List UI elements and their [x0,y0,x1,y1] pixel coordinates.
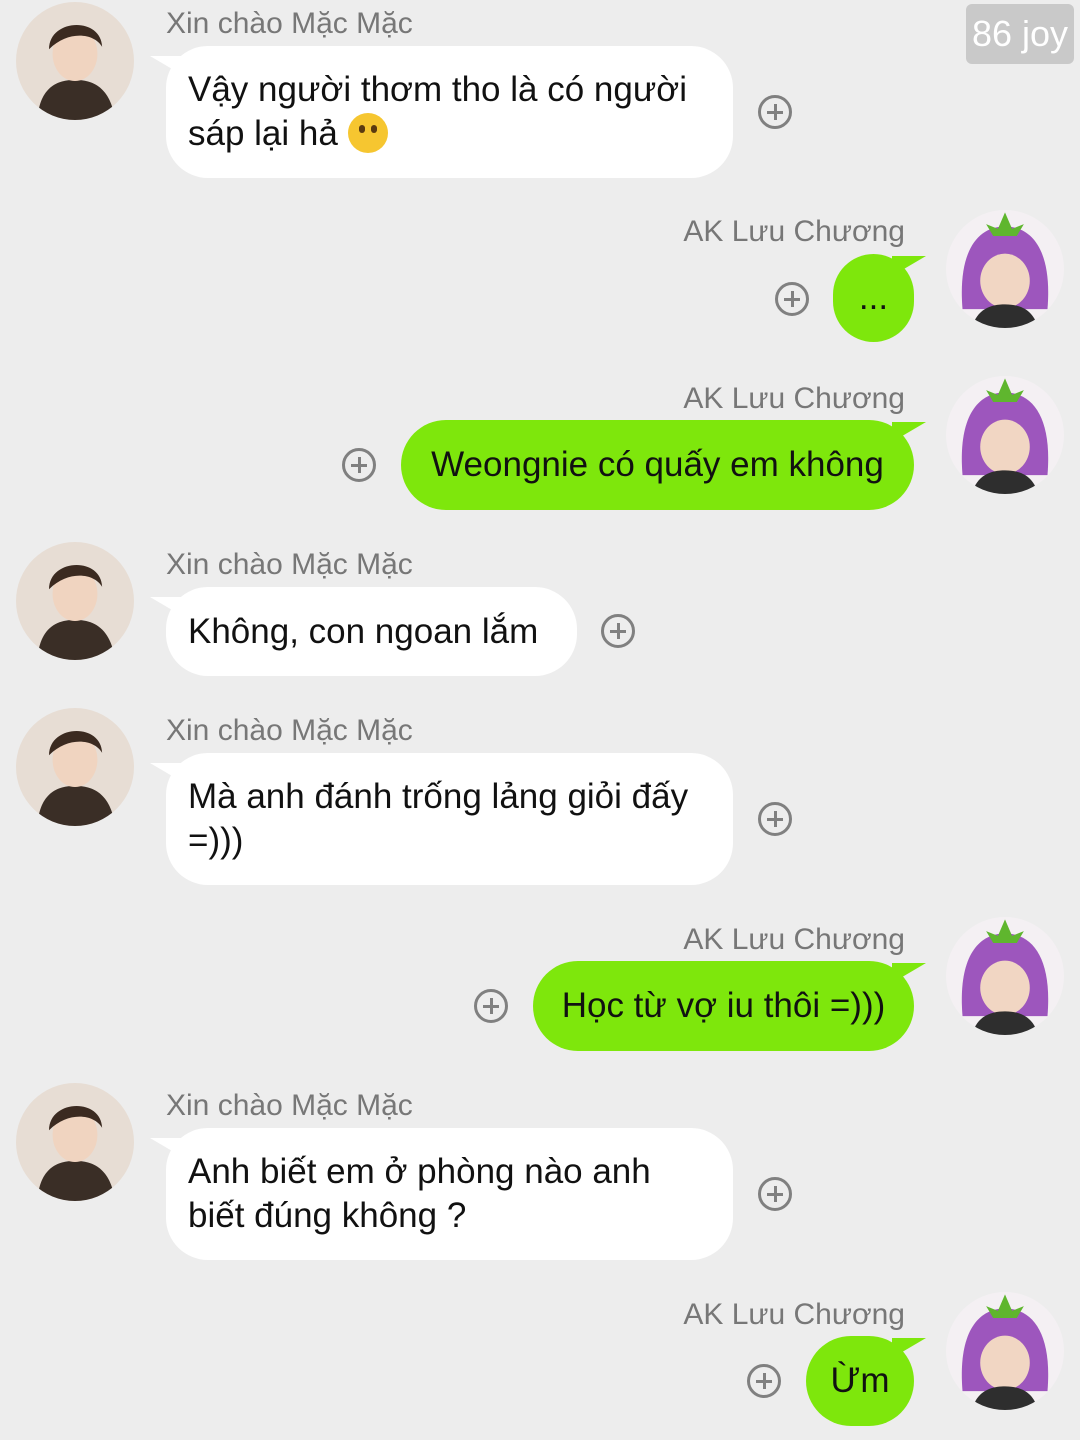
avatar-me[interactable] [946,210,1064,328]
eggplant-hat-avatar [946,917,1064,1035]
message-bubble-incoming[interactable]: Mà anh đánh trống lảng giỏi đấy =))) [166,753,733,885]
avatar-other[interactable] [16,708,134,826]
watermark: 86 joy [966,4,1074,64]
sender-name: Xin chào Mặc Mặc [166,714,413,747]
avatar-other[interactable] [16,2,134,120]
plus-circle-icon[interactable] [758,802,792,836]
plus-circle-icon[interactable] [342,448,376,482]
plus-circle-icon[interactable] [758,95,792,129]
message-text: sáp lại hả [188,114,338,153]
profile-photo-avatar [16,1083,134,1201]
sender-name: Xin chào Mặc Mặc [166,548,413,581]
message-text: Ừm [830,1361,890,1400]
avatar-me[interactable] [946,1292,1064,1410]
message-text: ... [858,278,889,317]
plus-circle-icon[interactable] [601,614,635,648]
message-text: biết đúng không ? [188,1196,467,1235]
message-bubble-outgoing[interactable]: Weongnie có quấy em không [401,420,914,510]
message-text: Học từ vợ iu thôi =))) [561,986,886,1025]
avatar-other[interactable] [16,1083,134,1201]
plus-circle-icon[interactable] [474,989,508,1023]
message-bubble-outgoing[interactable]: Học từ vợ iu thôi =))) [533,961,914,1051]
sender-name: AK Lưu Chương [683,923,905,956]
message-text: Weongnie có quấy em không [431,445,884,484]
profile-photo-avatar [16,2,134,120]
sender-name: Xin chào Mặc Mặc [166,1089,413,1122]
message-text: Anh biết em ở phòng nào anh [188,1152,651,1191]
plus-circle-icon[interactable] [747,1364,781,1398]
eggplant-hat-avatar [946,376,1064,494]
thinking-face-emoji-icon [347,113,388,153]
eggplant-hat-avatar [946,1292,1064,1410]
avatar-other[interactable] [16,542,134,660]
eggplant-hat-avatar [946,210,1064,328]
sender-name: AK Lưu Chương [683,215,905,248]
sender-name: AK Lưu Chương [683,1298,905,1331]
avatar-me[interactable] [946,917,1064,1035]
profile-photo-avatar [16,542,134,660]
plus-circle-icon[interactable] [758,1177,792,1211]
message-bubble-incoming[interactable]: Anh biết em ở phòng nào anh biết đúng kh… [166,1128,733,1260]
message-text: Vậy người thơm tho là có người [188,70,687,109]
message-bubble-incoming[interactable]: Không, con ngoan lắm [166,587,577,676]
avatar-me[interactable] [946,376,1064,494]
message-bubble-incoming[interactable]: Vậy người thơm tho là có người sáp lại h… [166,46,733,178]
chat-view: 86 joy Xin chào Mặc Mặc Vậy người thơm t… [0,0,1080,1440]
message-text: Mà anh đánh trống lảng giỏi đấy [188,777,689,816]
plus-circle-icon[interactable] [775,282,809,316]
message-text: Không, con ngoan lắm [188,611,539,651]
message-text: =))) [188,821,244,860]
profile-photo-avatar [16,708,134,826]
message-bubble-outgoing[interactable]: Ừm [806,1336,914,1426]
sender-name: Xin chào Mặc Mặc [166,7,413,40]
message-bubble-outgoing[interactable]: ... [833,254,914,342]
sender-name: AK Lưu Chương [683,382,905,415]
